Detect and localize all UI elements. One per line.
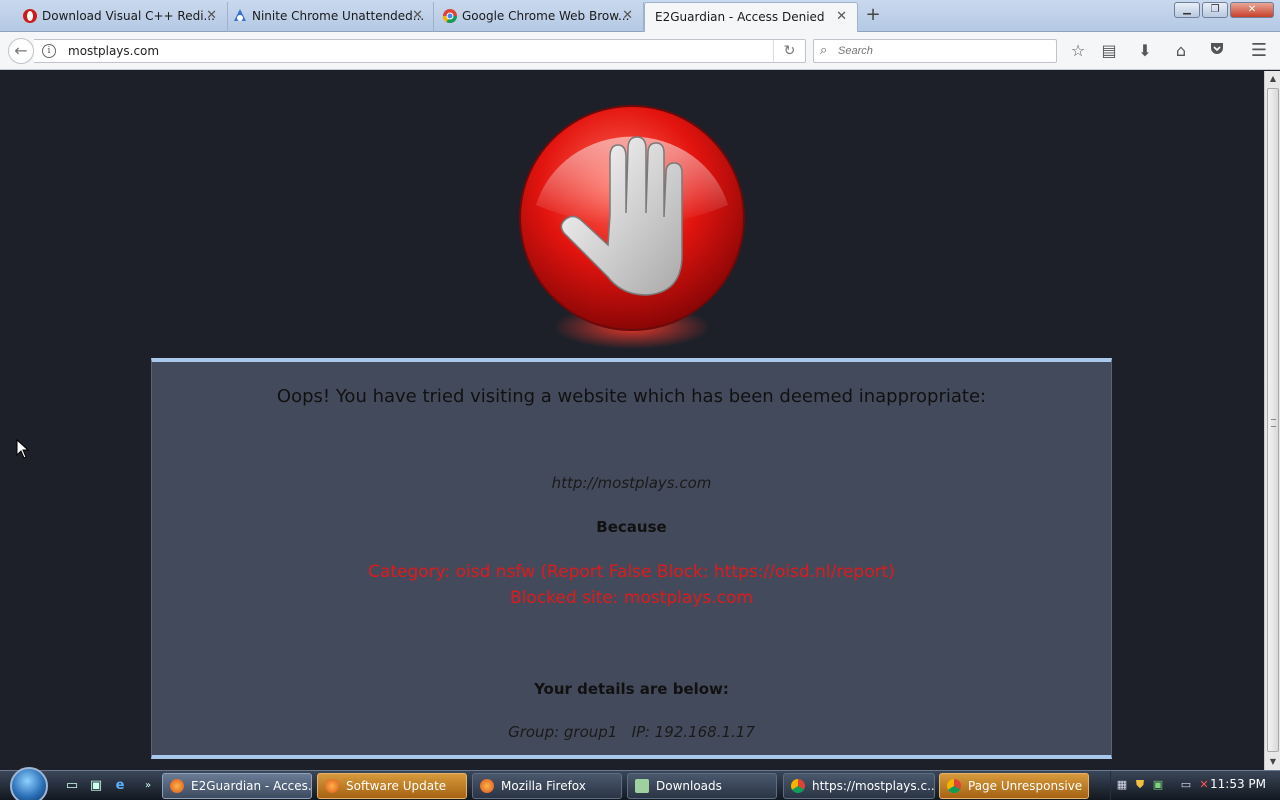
back-button[interactable]: ← — [8, 38, 34, 64]
tab-label: Download Visual C++ Redi... — [42, 9, 215, 23]
reload-icon[interactable]: ↻ — [773, 40, 805, 62]
scroll-up-arrow-icon[interactable]: ▲ — [1265, 71, 1280, 87]
firefox-icon — [170, 779, 184, 793]
bookmarks-list-icon[interactable]: ▤ — [1098, 40, 1120, 62]
close-window-button[interactable]: ✕ — [1230, 2, 1274, 18]
opera-icon — [23, 9, 37, 23]
close-icon[interactable]: ✕ — [622, 2, 633, 30]
tray-update-icon[interactable]: ▣ — [1151, 778, 1165, 792]
chrome-icon — [947, 779, 961, 793]
task-label: Page Unresponsive — [968, 779, 1083, 793]
task-label: https://mostplays.c... — [812, 779, 935, 793]
navigation-toolbar: ← i mostplays.com ↻ ⌕ ☆ ▤ ⬇ ⌂ ☰ — [0, 32, 1280, 70]
block-message-panel: Oops! You have tried visiting a website … — [151, 358, 1112, 759]
clock[interactable]: 11:53 PM — [1210, 777, 1266, 791]
scroll-down-arrow-icon[interactable]: ▼ — [1265, 754, 1280, 770]
downloads-window-icon — [635, 779, 649, 793]
block-reason-site: Blocked site: mostplays.com — [510, 588, 753, 608]
tab-label: Ninite Chrome Unattended... — [252, 9, 425, 23]
blocked-url: http://mostplays.com — [551, 474, 712, 492]
restore-button[interactable]: ❐ — [1202, 2, 1228, 18]
taskbar-button-mostplays[interactable]: https://mostplays.c... — [783, 773, 935, 799]
close-icon[interactable]: ✕ — [412, 2, 423, 30]
url-bar[interactable]: i mostplays.com ↻ — [34, 39, 806, 63]
show-desktop-icon[interactable]: ▭ — [64, 778, 80, 794]
stop-hand-icon — [519, 105, 745, 349]
tab-label: E2Guardian - Access Denied — [655, 10, 825, 24]
taskbar-button-software-update[interactable]: Software Update — [317, 773, 467, 799]
page-title: Oops! You have tried visiting a website … — [276, 386, 987, 407]
tab-google-chrome[interactable]: Google Chrome Web Brow... ✕ — [438, 2, 644, 32]
scrollbar-thumb[interactable] — [1267, 88, 1279, 752]
close-icon[interactable]: ✕ — [206, 2, 217, 30]
close-icon[interactable]: ✕ — [836, 3, 847, 31]
firefox-icon — [325, 779, 339, 793]
url-text[interactable]: mostplays.com — [68, 44, 159, 58]
tab-ninite[interactable]: Ninite Chrome Unattended... ✕ — [228, 2, 434, 32]
start-button[interactable] — [10, 767, 48, 800]
bookmark-star-icon[interactable]: ☆ — [1067, 40, 1089, 62]
block-reason-category: Category: oisd nsfw (Report False Block:… — [368, 562, 895, 582]
system-tray: ▦ ⛊ ▣ ▭ ✕ 11:53 PM — [1110, 771, 1280, 800]
search-icon: ⌕ — [820, 43, 828, 58]
taskbar-button-page-unresponsive[interactable]: Page Unresponsive — [939, 773, 1089, 799]
downloads-icon[interactable]: ⬇ — [1134, 40, 1156, 62]
ninite-icon — [234, 9, 246, 21]
taskbar-button-mozilla-firefox[interactable]: Mozilla Firefox — [472, 773, 622, 799]
menu-icon[interactable]: ☰ — [1248, 40, 1270, 62]
search-input[interactable] — [838, 42, 1048, 60]
volume-muted-icon[interactable]: ✕ — [1197, 778, 1211, 792]
tab-e2guardian[interactable]: E2Guardian - Access Denied ✕ — [644, 2, 858, 33]
taskbar: ▭ ▣ e » E2Guardian - Acces... Software U… — [0, 767, 1280, 800]
task-label: Software Update — [346, 779, 447, 793]
home-icon[interactable]: ⌂ — [1170, 40, 1192, 62]
internet-explorer-icon[interactable]: e — [112, 778, 128, 794]
taskbar-button-downloads[interactable]: Downloads — [627, 773, 777, 799]
tab-label: Google Chrome Web Brow... — [462, 9, 630, 23]
chrome-icon — [791, 779, 805, 793]
vertical-scrollbar[interactable]: ▲ ▼ — [1264, 71, 1280, 770]
window-controls: ▁ ❐ ✕ — [1172, 2, 1274, 18]
pocket-icon[interactable] — [1206, 40, 1228, 62]
chrome-icon — [443, 9, 457, 23]
because-label: Because — [596, 518, 667, 536]
search-box[interactable]: ⌕ — [813, 39, 1057, 63]
security-shield-icon[interactable]: ⛊ — [1133, 778, 1147, 792]
user-details: Group: group1 IP: 192.168.1.17 — [508, 723, 755, 741]
task-label: E2Guardian - Acces... — [191, 779, 312, 793]
tab-strip: Download Visual C++ Redi... ✕ Ninite Chr… — [0, 0, 1280, 33]
task-label: Downloads — [656, 779, 722, 793]
quicklaunch-overflow-icon[interactable]: » — [140, 778, 156, 794]
switch-windows-icon[interactable]: ▣ — [88, 778, 104, 794]
network-icon[interactable]: ▭ — [1179, 778, 1193, 792]
firefox-icon — [480, 779, 494, 793]
tab-download-visual-cpp[interactable]: Download Visual C++ Redi... ✕ — [18, 2, 228, 32]
tray-app-icon[interactable]: ▦ — [1115, 778, 1129, 792]
taskbar-button-e2guardian[interactable]: E2Guardian - Acces... — [162, 773, 312, 799]
minimize-button[interactable]: ▁ — [1174, 2, 1200, 18]
mouse-cursor-icon — [16, 439, 30, 459]
page-content: Oops! You have tried visiting a website … — [0, 71, 1264, 770]
new-tab-button[interactable]: + — [862, 4, 884, 26]
details-heading: Your details are below: — [534, 680, 729, 698]
info-icon[interactable]: i — [42, 44, 56, 58]
task-label: Mozilla Firefox — [501, 779, 586, 793]
